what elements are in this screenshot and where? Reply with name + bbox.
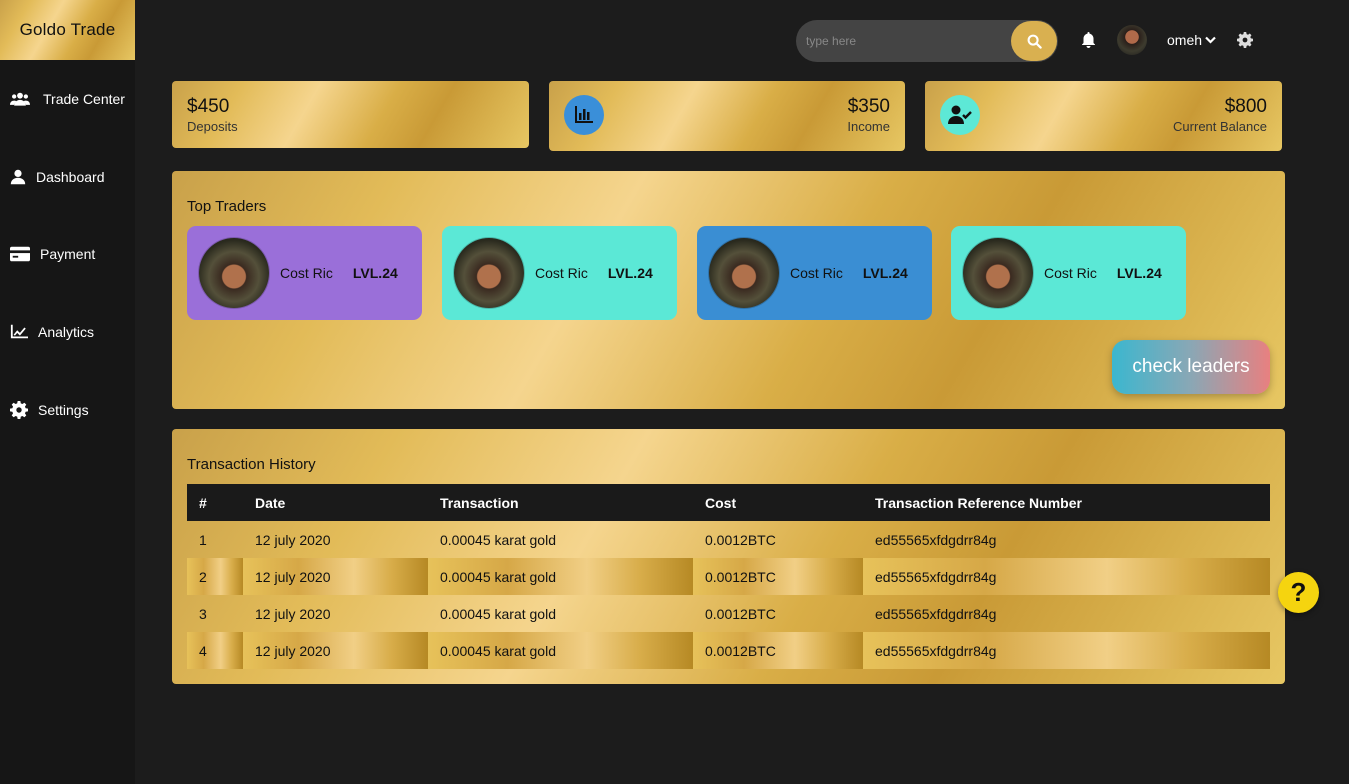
table-cell: 4 xyxy=(187,632,243,669)
stat-label: Income xyxy=(847,119,890,134)
table-cell: 0.00045 karat gold xyxy=(440,531,556,548)
stat-icon xyxy=(564,95,604,135)
table-cell: 2 xyxy=(187,558,243,595)
stat-card-current-balance: $800 Current Balance xyxy=(925,81,1282,151)
table-cell: ed55565xfdgdrr84g xyxy=(875,605,997,622)
trader-level: LVL.24 xyxy=(607,265,653,281)
search-input[interactable] xyxy=(806,20,1006,62)
trader-name: Cost Ric xyxy=(535,265,588,281)
table-cell: ed55565xfdgdrr84g xyxy=(863,632,1270,669)
sidebar-item-label: Trade Center xyxy=(43,91,125,107)
panel-title: Top Traders xyxy=(187,198,267,215)
table-cell: ed55565xfdgdrr84g xyxy=(863,558,1270,595)
sidebar-item-label: Analytics xyxy=(38,324,95,340)
transaction-history-panel: Transaction History # Date Transaction C… xyxy=(172,429,1285,684)
user-menu[interactable]: omeh xyxy=(1167,32,1216,48)
user-avatar[interactable] xyxy=(1117,25,1147,55)
trader-card[interactable]: Cost Ric LVL.24 xyxy=(442,226,677,320)
stat-card-deposits: $450 Deposits xyxy=(172,81,529,148)
column-header: Transaction xyxy=(428,484,693,521)
sidebar-item-label: Dashboard xyxy=(36,169,105,185)
trader-name: Cost Ric xyxy=(280,265,333,281)
bell-icon xyxy=(1082,32,1095,48)
stat-label: Deposits xyxy=(187,119,238,134)
table-cell: ed55565xfdgdrr84g xyxy=(875,531,997,548)
gear-icon xyxy=(10,401,28,419)
trader-level: LVL.24 xyxy=(1116,265,1162,281)
trader-card[interactable]: Cost Ric LVL.24 xyxy=(951,226,1186,320)
table-cell: 12 july 2020 xyxy=(243,558,428,595)
table-cell: 0.0012BTC xyxy=(705,605,776,622)
stat-value: $800 xyxy=(1224,96,1267,117)
settings-button[interactable] xyxy=(1237,32,1253,53)
column-header: Transaction Reference Number xyxy=(863,484,1270,521)
table-cell: 12 july 2020 xyxy=(255,605,331,622)
table-header-row: # Date Transaction Cost Transaction Refe… xyxy=(187,484,1270,521)
stat-value: $350 xyxy=(847,96,890,117)
help-button[interactable]: ? xyxy=(1278,572,1319,613)
trader-avatar xyxy=(454,238,524,308)
search-icon xyxy=(1027,34,1042,49)
top-traders-panel: Top Traders Cost Ric LVL.24 Cost Ric LVL… xyxy=(172,171,1285,409)
trader-name: Cost Ric xyxy=(1044,265,1097,281)
table-cell: 0.0012BTC xyxy=(693,558,863,595)
users-icon xyxy=(10,92,30,106)
table-cell: 3 xyxy=(199,605,207,622)
table-row[interactable]: 3 12 july 2020 0.00045 karat gold 0.0012… xyxy=(187,595,1270,632)
trader-level: LVL.24 xyxy=(862,265,908,281)
transaction-table: # Date Transaction Cost Transaction Refe… xyxy=(187,484,1270,669)
trader-avatar xyxy=(709,238,779,308)
user-check-icon xyxy=(948,105,972,124)
brand-logo[interactable]: Goldo Trade xyxy=(0,0,135,60)
username: omeh xyxy=(1167,32,1203,48)
table-cell: 0.00045 karat gold xyxy=(428,632,693,669)
column-header: # xyxy=(187,484,243,521)
table-cell: 0.0012BTC xyxy=(705,531,776,548)
table-cell: 0.00045 karat gold xyxy=(428,558,693,595)
trader-level: LVL.24 xyxy=(352,265,398,281)
panel-title: Transaction History xyxy=(187,456,316,473)
stat-label: Current Balance xyxy=(1173,119,1267,134)
stat-icon xyxy=(940,95,980,135)
notifications-button[interactable] xyxy=(1081,32,1096,53)
search-bar xyxy=(796,20,1058,62)
check-leaders-button[interactable]: check leaders xyxy=(1112,340,1270,394)
table-cell: 0.00045 karat gold xyxy=(440,605,556,622)
table-row[interactable]: 1 12 july 2020 0.00045 karat gold 0.0012… xyxy=(187,521,1270,558)
table-cell: 12 july 2020 xyxy=(243,632,428,669)
sidebar-item-analytics[interactable]: Analytics xyxy=(10,323,94,341)
gear-icon xyxy=(1237,32,1253,48)
sidebar: Goldo Trade Trade Center Dashboard Payme… xyxy=(0,0,135,784)
table-row[interactable]: 4 12 july 2020 0.00045 karat gold 0.0012… xyxy=(187,632,1270,669)
credit-card-icon xyxy=(10,246,30,262)
trader-card[interactable]: Cost Ric LVL.24 xyxy=(697,226,932,320)
sidebar-item-payment[interactable]: Payment xyxy=(10,245,95,263)
sidebar-item-settings[interactable]: Settings xyxy=(10,401,89,419)
sidebar-item-label: Settings xyxy=(38,402,89,418)
stat-card-income: $350 Income xyxy=(549,81,905,151)
column-header: Cost xyxy=(693,484,863,521)
trader-avatar xyxy=(963,238,1033,308)
column-header: Date xyxy=(243,484,428,521)
chevron-down-icon xyxy=(1205,36,1216,44)
chart-line-icon xyxy=(10,324,28,339)
sidebar-item-dashboard[interactable]: Dashboard xyxy=(10,168,105,186)
trader-card[interactable]: Cost Ric LVL.24 xyxy=(187,226,422,320)
chart-bar-icon xyxy=(575,106,593,123)
table-cell: 0.0012BTC xyxy=(693,632,863,669)
search-button[interactable] xyxy=(1011,21,1057,61)
sidebar-item-label: Payment xyxy=(40,246,96,262)
trader-name: Cost Ric xyxy=(790,265,843,281)
table-row[interactable]: 2 12 july 2020 0.00045 karat gold 0.0012… xyxy=(187,558,1270,595)
stat-value: $450 xyxy=(187,96,230,117)
trader-avatar xyxy=(199,238,269,308)
table-cell: 1 xyxy=(199,531,207,548)
table-cell: 12 july 2020 xyxy=(255,531,331,548)
sidebar-item-trade-center[interactable]: Trade Center xyxy=(10,90,125,108)
user-icon xyxy=(10,169,26,185)
